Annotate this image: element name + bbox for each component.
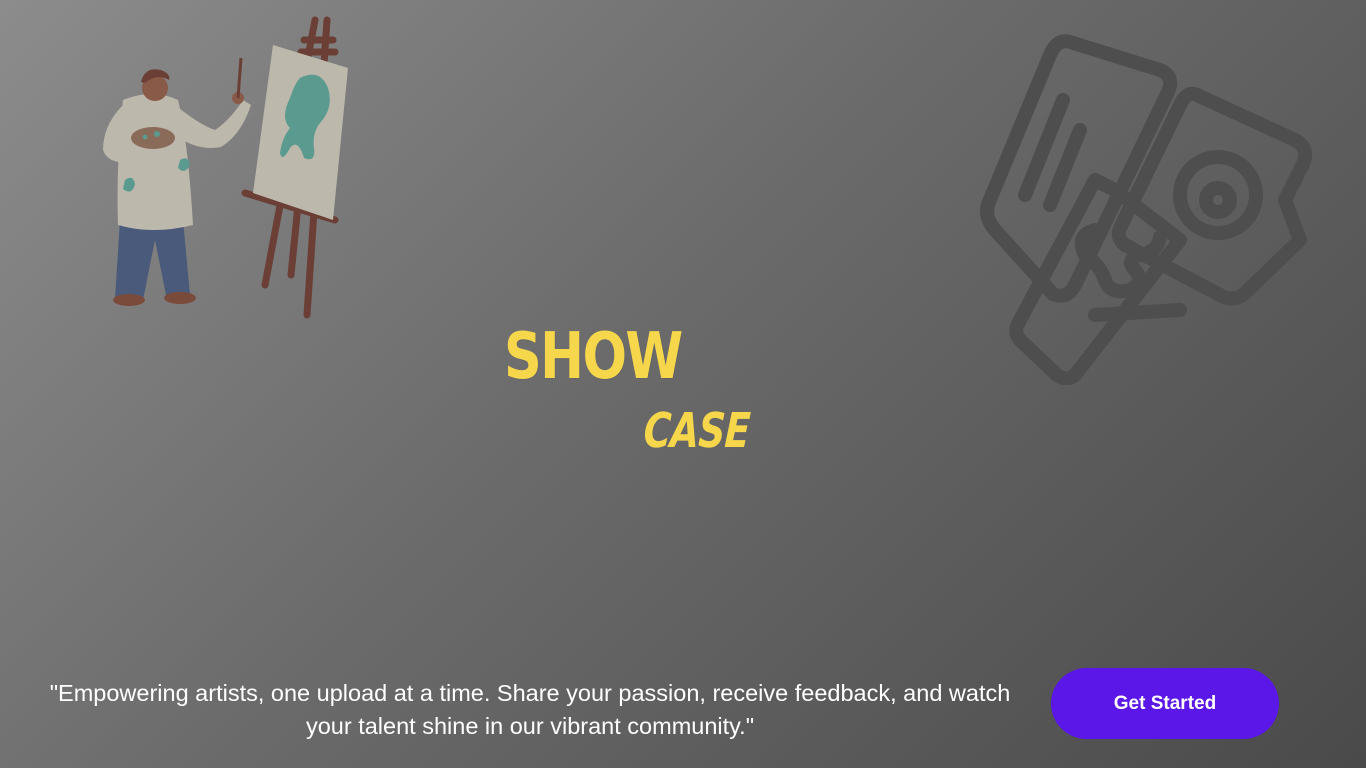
showcase-logo: SHOW CASE [500,325,780,465]
painter-illustration [103,16,348,319]
gallery-cards-icon [980,34,1313,385]
logo-show-text: SHOW [504,320,683,394]
logo-case-text: CASE [642,403,752,459]
hero-tagline: "Empowering artists, one upload at a tim… [49,680,1011,739]
get-started-button[interactable]: Get Started [1051,668,1279,739]
